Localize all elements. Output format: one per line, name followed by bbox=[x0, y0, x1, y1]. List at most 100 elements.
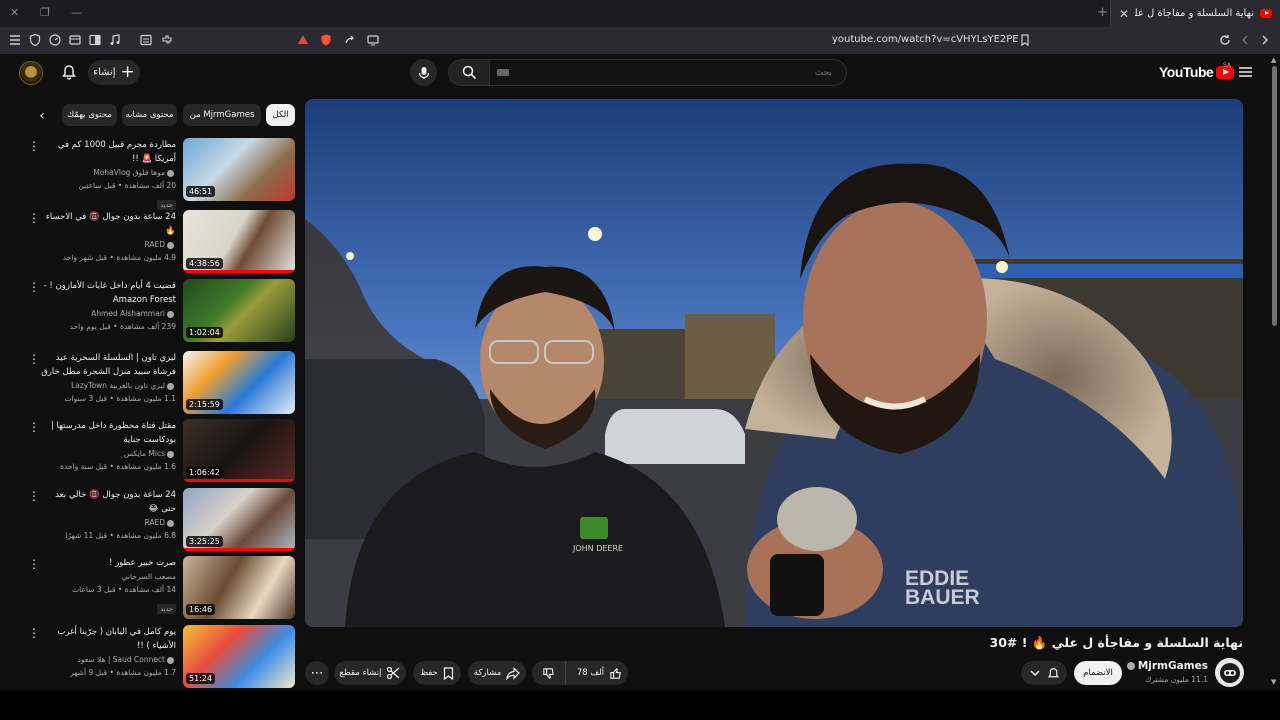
video-duration: 2:15:59 bbox=[186, 399, 223, 410]
video-thumbnail[interactable]: 1:02:04 bbox=[183, 279, 295, 342]
cast-icon[interactable] bbox=[366, 33, 380, 47]
video-title[interactable]: قضيت 4 أيام داخل غابات الأمازون ! - Amaz… bbox=[38, 279, 176, 307]
video-thumbnail[interactable]: 2:15:59 bbox=[183, 351, 295, 414]
browser-tab-active[interactable]: نهاية السلسلة و مفاجأة ل علي 🔥 ! #30 ✕ bbox=[1110, 0, 1280, 27]
music-icon[interactable] bbox=[108, 33, 122, 47]
video-title[interactable]: صرت خبير عطور ! bbox=[38, 556, 176, 570]
keyboard-icon[interactable] bbox=[497, 69, 509, 76]
video-meta: 20 ألف مشاهدة • قبل ساعتين bbox=[78, 181, 176, 190]
verified-icon bbox=[167, 169, 174, 177]
video-title[interactable]: 24 ساعة بدون جوال 📵 خالي بعد حتى 😂 bbox=[38, 488, 176, 516]
save-button[interactable]: حفظ bbox=[413, 661, 461, 685]
video-title[interactable]: 24 ساعة بدون جوال 📵 في الاحساء 🔥 bbox=[38, 210, 176, 238]
verified-icon bbox=[167, 241, 174, 249]
more-actions-icon[interactable]: ⋮ bbox=[28, 212, 40, 224]
search-button[interactable] bbox=[448, 59, 490, 86]
forward-icon[interactable] bbox=[1258, 33, 1272, 47]
recommendation-item[interactable]: 46:51 مطاردة مجرم قبيل 1000 كم في أمريكا… bbox=[20, 138, 296, 210]
more-actions-icon[interactable]: ⋮ bbox=[28, 558, 40, 570]
youtube-logo[interactable]: YouTube SA bbox=[1159, 62, 1235, 80]
like-dislike-group: 78 ألف bbox=[532, 661, 628, 685]
create-button[interactable]: إنشاء + bbox=[88, 60, 140, 85]
more-actions-icon[interactable]: ⋮ bbox=[28, 353, 40, 365]
recommendation-item[interactable]: 16:46 صرت خبير عطور ! مصعب السرحاني 14 أ… bbox=[20, 556, 296, 622]
chip-from-channel[interactable]: من MjrmGames bbox=[183, 104, 261, 126]
recommendation-item[interactable]: 1:06:42 مقتل فتاة محظورة داخل مدرستها | … bbox=[20, 419, 296, 485]
guide-menu-icon[interactable] bbox=[1239, 67, 1252, 77]
video-title[interactable]: يوم كامل في اليابان ( جرّبنا أغرب الأشيا… bbox=[38, 625, 176, 653]
more-actions-icon[interactable]: ⋮ bbox=[28, 140, 40, 152]
bookmark-icon[interactable] bbox=[1018, 33, 1032, 47]
logo-text: YouTube bbox=[1159, 64, 1214, 80]
video-duration: 51:24 bbox=[186, 673, 216, 684]
video-title[interactable]: مطاردة مجرم قبيل 1000 كم في أمريكا 🚨 !! bbox=[38, 138, 176, 166]
chevron-down-icon bbox=[1029, 670, 1040, 677]
window-close-icon[interactable]: ✕ bbox=[10, 6, 19, 19]
voice-search-button[interactable] bbox=[410, 59, 437, 86]
video-meta: 4.9 مليون مشاهدة • قبل شهر واحد bbox=[62, 253, 176, 262]
window-maximize-icon[interactable]: ❐ bbox=[40, 6, 50, 19]
video-title[interactable]: ليزي تاون | السلسلة السحرية عيد فرشاة سب… bbox=[38, 351, 176, 379]
video-thumbnail[interactable]: 1:06:42 bbox=[183, 419, 295, 482]
search-input[interactable] bbox=[489, 59, 847, 86]
video-player[interactable]: JOHN DEERE EDDIE BAUER bbox=[305, 99, 1243, 627]
more-actions-icon[interactable]: ⋮ bbox=[28, 421, 40, 433]
tabs-icon[interactable] bbox=[68, 33, 82, 47]
recommendation-item[interactable]: 4:38:56 24 ساعة بدون جوال 📵 في الاحساء 🔥… bbox=[20, 210, 296, 276]
like-button[interactable]: 78 ألف bbox=[571, 667, 628, 680]
dislike-button[interactable] bbox=[532, 661, 566, 685]
sidebar-icon[interactable] bbox=[88, 33, 102, 47]
video-thumbnail[interactable]: 3:25:25 bbox=[183, 488, 295, 551]
extensions-icon[interactable] bbox=[160, 33, 174, 47]
channel-name[interactable]: MjrmGames bbox=[1126, 660, 1208, 672]
scroll-down-icon[interactable]: ▼ bbox=[1271, 678, 1276, 686]
video-thumbnail[interactable]: 4:38:56 bbox=[183, 210, 295, 273]
video-duration: 46:51 bbox=[186, 186, 216, 197]
chips-scroll-left-icon[interactable]: ‹ bbox=[34, 108, 50, 124]
video-thumbnail[interactable]: 51:24 bbox=[183, 625, 295, 688]
shield-icon[interactable] bbox=[28, 33, 42, 47]
back-icon[interactable] bbox=[1238, 33, 1252, 47]
recommendation-item[interactable]: 2:15:59 ليزي تاون | السلسلة السحرية عيد … bbox=[20, 351, 296, 417]
subscriber-count: 11.1 مليون مشترك bbox=[1145, 675, 1208, 684]
chip-similar[interactable]: محتوى مشابه bbox=[122, 104, 177, 126]
save-icon bbox=[443, 666, 453, 680]
brave-shields-icon[interactable] bbox=[319, 33, 333, 47]
window-minimize-icon[interactable]: — bbox=[71, 6, 82, 19]
clip-button[interactable]: إنشاء مقطع bbox=[334, 661, 406, 685]
brave-rewards-icon[interactable] bbox=[296, 33, 310, 47]
video-thumbnail[interactable]: 46:51 bbox=[183, 138, 295, 201]
scrollbar-thumb[interactable] bbox=[1272, 66, 1277, 326]
share-page-icon[interactable] bbox=[343, 33, 357, 47]
address-bar-url[interactable]: youtube.com/watch?v=cVHYLsYE2PE bbox=[832, 34, 1019, 45]
more-actions-icon[interactable]: ⋮ bbox=[28, 281, 40, 293]
chip-all[interactable]: الكل bbox=[266, 104, 295, 126]
video-meta: 1.7 مليون مشاهدة • قبل 9 أشهر bbox=[70, 668, 176, 677]
hamburger-menu-icon[interactable] bbox=[8, 33, 22, 47]
more-actions-icon[interactable]: ⋮ bbox=[28, 490, 40, 502]
reader-icon[interactable] bbox=[139, 33, 153, 47]
account-avatar[interactable] bbox=[19, 61, 43, 85]
page-scrollbar[interactable]: ▲ ▼ bbox=[1270, 54, 1280, 689]
recommendation-item[interactable]: 1:02:04 قضيت 4 أيام داخل غابات الأمازون … bbox=[20, 279, 296, 345]
recommendation-item[interactable]: 3:25:25 24 ساعة بدون جوال 📵 خالي بعد حتى… bbox=[20, 488, 296, 554]
tab-close-icon[interactable]: ✕ bbox=[1119, 7, 1129, 21]
share-button[interactable]: مشاركة bbox=[468, 661, 526, 685]
join-button[interactable]: الانضمام bbox=[1074, 661, 1122, 685]
channel-name: Ahmed Alshammari bbox=[38, 307, 176, 320]
subscription-bell-button[interactable] bbox=[1021, 661, 1067, 685]
video-title[interactable]: مقتل فتاة محظورة داخل مدرستها | بودكاست … bbox=[38, 419, 176, 447]
chip-related-to-you[interactable]: محتوى يهمّك bbox=[62, 104, 117, 126]
new-tab-icon[interactable]: + bbox=[1097, 5, 1108, 20]
scroll-up-icon[interactable]: ▲ bbox=[1271, 56, 1276, 64]
channel-avatar[interactable] bbox=[1215, 658, 1244, 687]
recommendation-item[interactable]: 51:24 يوم كامل في اليابان ( جرّبنا أغرب … bbox=[20, 625, 296, 691]
speed-dial-icon[interactable] bbox=[48, 33, 62, 47]
reload-icon[interactable] bbox=[1218, 33, 1232, 47]
video-thumbnail[interactable]: 16:46 bbox=[183, 556, 295, 619]
channel-name: RAED bbox=[38, 238, 176, 251]
more-actions-icon[interactable]: ⋮ bbox=[28, 627, 40, 639]
notifications-bell-icon[interactable] bbox=[61, 64, 77, 80]
shirt-logo-text: JOHN DEERE bbox=[572, 544, 623, 553]
more-actions-button[interactable]: ⋯ bbox=[305, 661, 329, 685]
